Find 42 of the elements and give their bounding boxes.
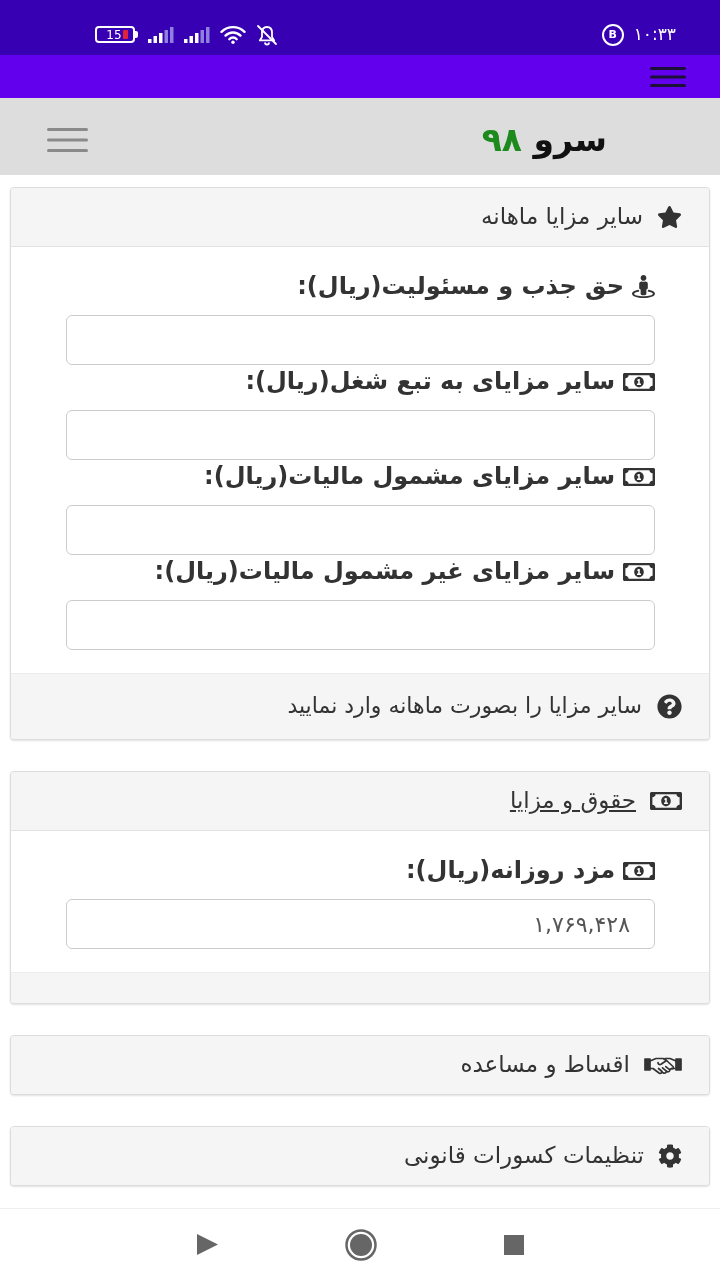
help-note: سایر مزایا را بصورت ماهانه وارد نمایید [287,692,642,721]
battery-indicator: 15 [95,26,138,43]
input-field[interactable] [66,410,655,460]
input-field[interactable] [66,600,655,650]
card-header[interactable]: حقوق و مزایا [11,772,709,831]
home-icon[interactable] [344,1228,377,1261]
person-marker-icon [632,274,655,299]
field-label: سایر مزایای غیر مشمول مالیات(ریال): [154,555,615,587]
notification-badge: B [601,23,624,46]
field-label: حق جذب و مسئولیت(ریال): [297,270,624,302]
banknote-icon [623,562,655,581]
clock: ۱۰:۳۳ [633,26,676,43]
signal-icon [184,26,210,43]
banknote-icon [650,792,682,810]
section-title: تنظیمات کسورات قانونی [403,1141,644,1171]
field-label: مزد روزانه(ریال): [406,854,615,886]
wifi-icon [220,25,246,44]
section-title: اقساط و مساعده [460,1050,630,1080]
signal-icon [148,26,174,43]
banknote-icon [623,467,655,486]
star-icon [657,206,682,228]
app-title: سرو ۹۸ [481,119,607,160]
card-header[interactable]: اقساط و مساعده [11,1036,709,1094]
field-label: سایر مزایای مشمول مالیات(ریال): [204,460,615,492]
input-field[interactable]: ۱,۷۶۹,۴۲۸ [66,899,655,949]
field-label: سایر مزایای به تبع شغل(ریال): [245,365,615,397]
card-header[interactable]: سایر مزایا ماهانه [11,188,709,247]
input-field[interactable] [66,315,655,365]
recent-apps-icon[interactable] [503,1234,524,1255]
settings-icon [658,1144,682,1168]
bell-off-icon [256,23,278,46]
menu-icon[interactable] [47,127,88,152]
help-icon [657,694,682,719]
menu-icon[interactable] [650,66,686,87]
handshake-icon [644,1055,682,1075]
banknote-icon [623,372,655,391]
card-header[interactable]: تنظیمات کسورات قانونی [11,1127,709,1185]
section-title: سایر مزایا ماهانه [481,202,643,232]
banknote-icon [623,861,655,880]
back-icon[interactable] [196,1234,218,1255]
section-link[interactable]: حقوق و مزایا [509,786,636,816]
input-field[interactable] [66,505,655,555]
